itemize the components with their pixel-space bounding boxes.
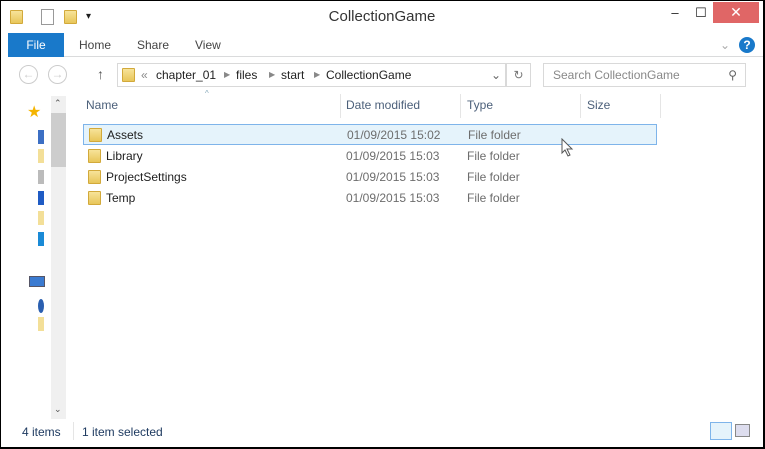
chevron-right-icon[interactable]: ▶: [224, 64, 230, 86]
nav-scrollbar[interactable]: ⌃ ⌄: [51, 96, 66, 419]
column-date-modified[interactable]: Date modified: [346, 98, 420, 112]
network-icon[interactable]: [38, 299, 44, 313]
help-icon[interactable]: ?: [739, 37, 755, 53]
folder-icon: [89, 128, 102, 142]
tab-view[interactable]: View: [195, 33, 221, 57]
details-view-button[interactable]: [710, 422, 732, 440]
crumb-collectiongame[interactable]: CollectionGame: [326, 64, 411, 86]
tab-share[interactable]: Share: [137, 33, 169, 57]
window-title: CollectionGame: [328, 8, 436, 25]
search-input[interactable]: Search CollectionGame ⚲: [543, 63, 746, 87]
back-button[interactable]: ←: [19, 65, 38, 84]
column-size[interactable]: Size: [587, 98, 610, 112]
file-type: File folder: [468, 128, 521, 142]
file-date: 01/09/2015 15:03: [346, 170, 440, 184]
file-name: Assets: [107, 128, 144, 142]
file-date: 01/09/2015 15:03: [346, 191, 440, 205]
recent-places-icon[interactable]: [38, 170, 44, 184]
maximize-button[interactable]: ☐: [691, 5, 711, 21]
column-divider[interactable]: [460, 94, 461, 118]
selection-status: 1 item selected: [82, 425, 163, 439]
up-button[interactable]: ↑: [97, 66, 104, 82]
address-dropdown-icon[interactable]: ⌄: [491, 64, 501, 86]
sort-ascending-icon: ^: [205, 89, 209, 98]
forward-button[interactable]: →: [48, 65, 67, 84]
folder-icon: [88, 170, 101, 184]
file-row[interactable]: ProjectSettings 01/09/2015 15:03 File fo…: [83, 167, 657, 188]
crumb-files[interactable]: files: [236, 64, 257, 86]
explorer-window: ▾ CollectionGame – ☐ ✕ File Home Share V…: [1, 1, 763, 447]
crumb-chapter-01[interactable]: chapter_01: [156, 64, 216, 86]
crumb-start[interactable]: start: [281, 64, 304, 86]
tab-home[interactable]: Home: [79, 33, 111, 57]
column-name[interactable]: Name: [86, 98, 118, 112]
computer-icon[interactable]: [29, 276, 45, 287]
favorites-star-icon[interactable]: ★: [27, 102, 41, 122]
close-button[interactable]: ✕: [713, 2, 759, 23]
expand-ribbon-icon[interactable]: ⌄: [720, 33, 730, 57]
file-type: File folder: [467, 170, 520, 184]
desktop-icon[interactable]: [38, 130, 44, 144]
folder-icon[interactable]: [38, 211, 44, 225]
folder-icon: [88, 191, 101, 205]
large-icons-view-button[interactable]: [735, 424, 750, 437]
downloads-folder-icon[interactable]: [38, 149, 44, 163]
overflow-icon[interactable]: «: [141, 64, 148, 86]
column-divider[interactable]: [660, 94, 661, 118]
file-row[interactable]: Temp 01/09/2015 15:03 File folder: [83, 188, 657, 209]
minimize-button[interactable]: –: [665, 5, 685, 21]
file-type: File folder: [467, 149, 520, 163]
ribbon-tabs: File Home Share View ⌄ ?: [8, 33, 763, 57]
column-divider[interactable]: [580, 94, 581, 118]
file-date: 01/09/2015 15:03: [346, 149, 440, 163]
file-name: ProjectSettings: [106, 170, 187, 184]
tab-file[interactable]: File: [8, 33, 64, 57]
chevron-right-icon[interactable]: ▶: [314, 64, 320, 86]
column-type[interactable]: Type: [467, 98, 493, 112]
address-bar[interactable]: « chapter_01 ▶ files ▶ start ▶ Collectio…: [117, 63, 506, 87]
folder-icon: [88, 149, 101, 163]
search-placeholder: Search CollectionGame: [553, 68, 680, 82]
file-name: Library: [106, 149, 143, 163]
mouse-cursor-icon: [561, 138, 574, 157]
chevron-right-icon[interactable]: ▶: [269, 64, 275, 86]
file-type: File folder: [467, 191, 520, 205]
scroll-up-icon[interactable]: ⌃: [54, 98, 62, 109]
folder-icon: [122, 68, 135, 82]
dropbox-icon[interactable]: [38, 232, 44, 246]
refresh-button[interactable]: ↻: [506, 63, 531, 87]
folder-icon[interactable]: [38, 317, 44, 331]
file-date: 01/09/2015 15:02: [347, 128, 441, 142]
scrollbar-thumb[interactable]: [51, 113, 66, 167]
status-divider: [73, 422, 74, 440]
onedrive-icon[interactable]: [38, 191, 44, 205]
scroll-down-icon[interactable]: ⌄: [54, 404, 62, 415]
column-divider[interactable]: [340, 94, 341, 118]
item-count: 4 items: [22, 425, 61, 439]
search-icon[interactable]: ⚲: [728, 64, 737, 86]
file-name: Temp: [106, 191, 136, 205]
